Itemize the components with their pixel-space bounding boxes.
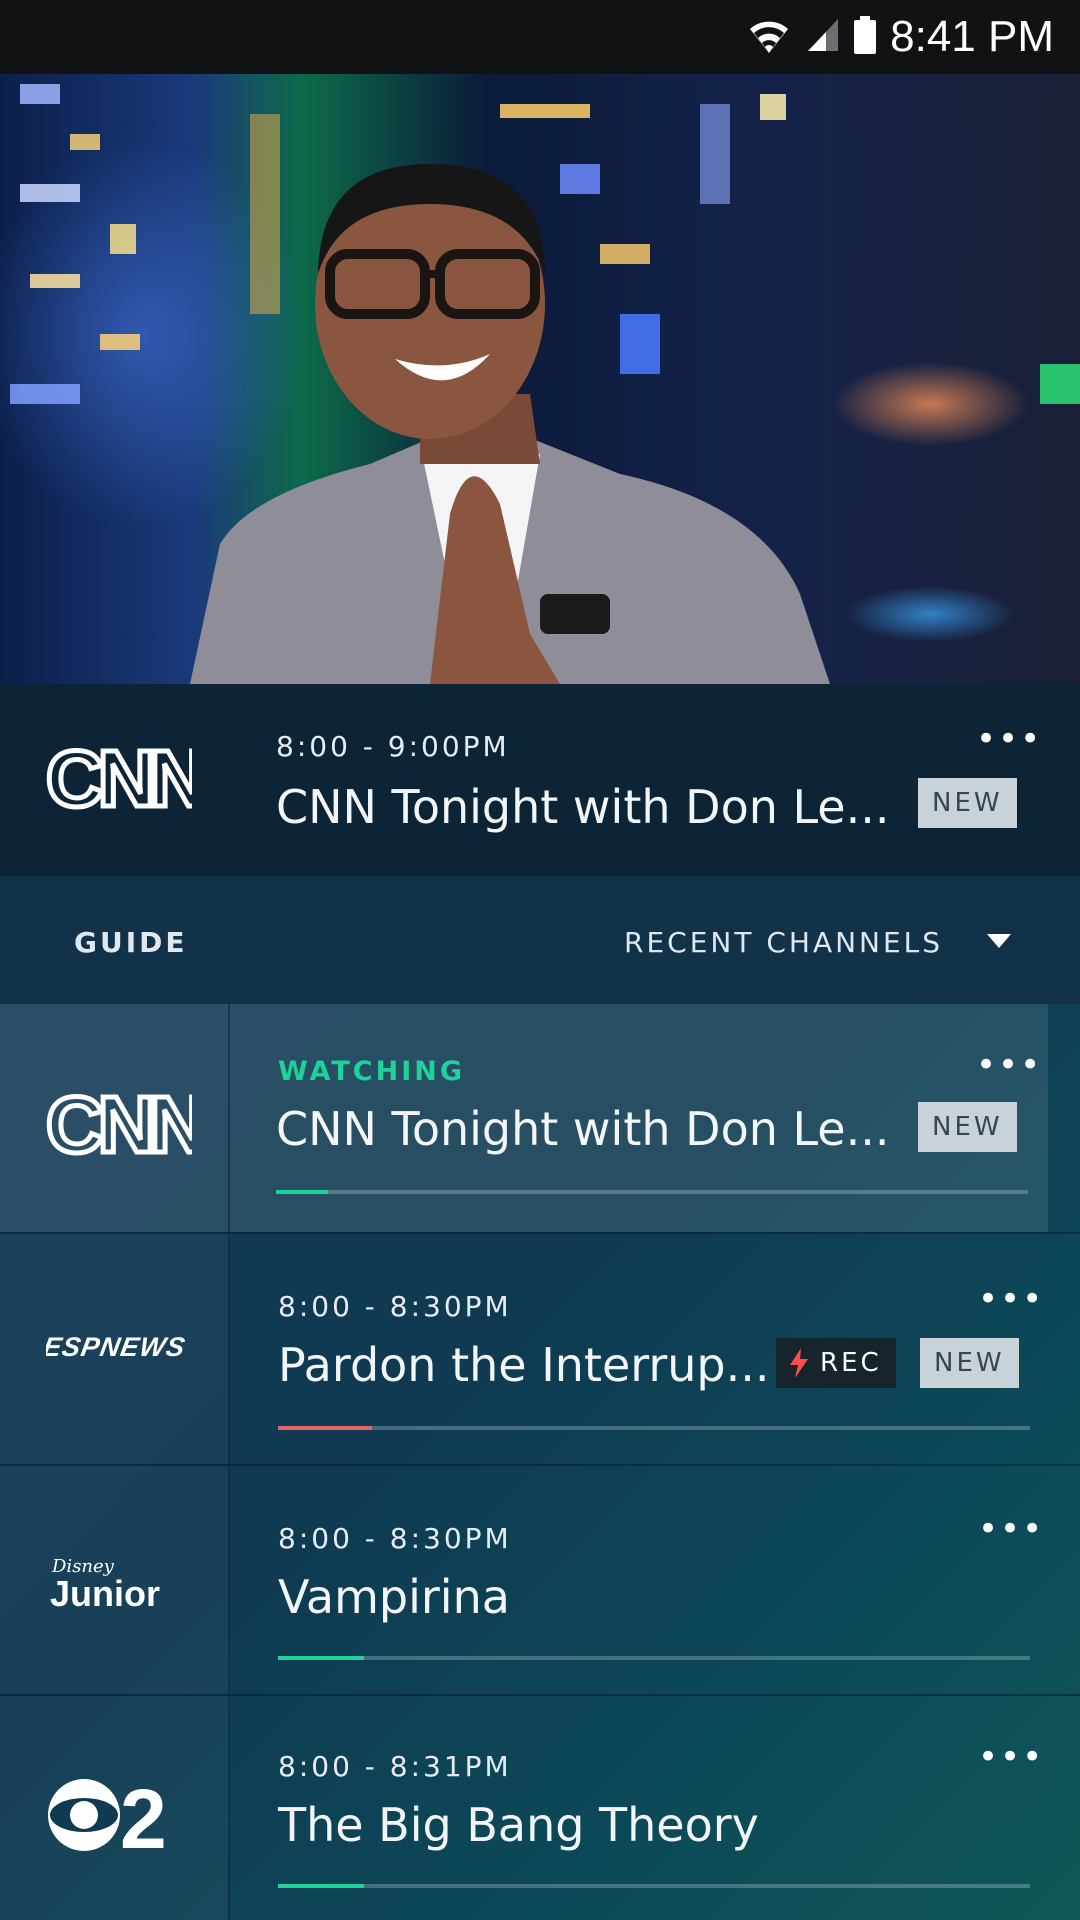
more-icon[interactable]: •••: [978, 1282, 1044, 1316]
now-playing-bar[interactable]: CNN 8:00 - 9:00PM CNN Tonight with Don L…: [0, 684, 1080, 876]
channel-logo-cell: ESPNEWS: [0, 1234, 230, 1464]
svg-text:CNN: CNN: [46, 740, 192, 818]
channel-logo-cell: CNN: [0, 1004, 230, 1232]
svg-text:CNN: CNN: [46, 1086, 192, 1164]
status-bar: 8:41 PM: [0, 0, 1080, 74]
battery-icon: [854, 16, 877, 58]
program-time: 8:00 - 8:30PM: [278, 1290, 512, 1323]
guide-row-espnews[interactable]: ESPNEWS 8:00 - 8:30PM Pardon the Interru…: [0, 1234, 1080, 1466]
guide-row-disney-junior[interactable]: Disney Junior 8:00 - 8:30PM Vampirina ••…: [0, 1466, 1080, 1696]
new-badge: NEW: [918, 1102, 1017, 1152]
more-icon[interactable]: •••: [978, 1740, 1044, 1774]
svg-text:Junior: Junior: [50, 1573, 160, 1614]
more-icon[interactable]: •••: [976, 1048, 1042, 1082]
new-badge: NEW: [918, 778, 1017, 828]
program-title: Vampirina: [278, 1570, 510, 1624]
guide-bar: GUIDE RECENT CHANNELS: [0, 876, 1080, 1004]
video-player[interactable]: [0, 74, 1080, 684]
more-icon[interactable]: •••: [976, 722, 1042, 756]
more-icon[interactable]: •••: [978, 1512, 1044, 1546]
progress-fill: [278, 1884, 364, 1888]
program-title: Pardon the Interrup...: [278, 1338, 770, 1392]
progress-track: [278, 1426, 1030, 1430]
guide-row-cnn[interactable]: CNN WATCHING CNN Tonight with Don Le... …: [0, 1004, 1080, 1234]
new-badge: NEW: [920, 1338, 1019, 1388]
wifi-icon: [746, 15, 792, 59]
cbs2-logo: 2: [46, 1772, 192, 1866]
guide-row-cbs2[interactable]: 2 8:00 - 8:31PM The Big Bang Theory •••: [0, 1696, 1080, 1920]
now-playing-title: CNN Tonight with Don Le...: [276, 780, 890, 834]
channel-logo-cell: 2: [0, 1696, 230, 1920]
progress-fill: [278, 1656, 364, 1660]
progress-track: [278, 1656, 1030, 1660]
now-playing-time: 8:00 - 9:00PM: [276, 730, 510, 763]
espnews-logo: ESPNEWS: [41, 1331, 188, 1366]
lightning-icon: [790, 1348, 808, 1378]
disney-junior-logo: Disney Junior: [50, 1550, 190, 1618]
recent-channels-dropdown[interactable]: RECENT CHANNELS: [624, 926, 943, 959]
signal-icon: [806, 17, 840, 57]
progress-track: [276, 1190, 1028, 1194]
guide-tab[interactable]: GUIDE: [74, 926, 188, 959]
cnn-logo: CNN: [44, 1078, 212, 1172]
progress-fill: [276, 1190, 328, 1194]
cnn-logo: CNN: [44, 732, 212, 832]
status-time: 8:41 PM: [890, 12, 1054, 61]
svg-text:2: 2: [120, 1772, 167, 1858]
program-time: 8:00 - 8:30PM: [278, 1522, 512, 1555]
program-title: The Big Bang Theory: [278, 1798, 759, 1852]
svg-text:ESPNEWS: ESPNEWS: [46, 1332, 186, 1362]
watching-label: WATCHING: [278, 1056, 466, 1087]
program-title: CNN Tonight with Don Le...: [276, 1102, 890, 1156]
program-time: 8:00 - 8:31PM: [278, 1750, 512, 1783]
progress-track: [278, 1884, 1030, 1888]
progress-fill: [278, 1426, 372, 1430]
guide-list: CNN WATCHING CNN Tonight with Don Le... …: [0, 1004, 1080, 1920]
channel-logo-cell: Disney Junior: [0, 1466, 230, 1694]
video-frame-image: [10, 84, 1080, 684]
caret-down-icon[interactable]: [987, 934, 1011, 948]
rec-badge: REC: [776, 1338, 896, 1388]
rec-label: REC: [820, 1348, 882, 1378]
